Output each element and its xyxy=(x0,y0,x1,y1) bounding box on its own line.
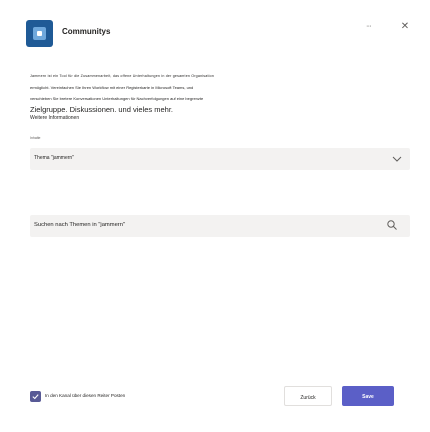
learn-more-link[interactable]: Weitere Informationen xyxy=(30,115,79,121)
post-to-channel-label: In den Kanal über diesen Reiter Posten xyxy=(45,393,126,398)
description-line-4: Zielgruppe. Diskussionen. und vieles meh… xyxy=(30,105,173,114)
topic-dropdown-value: Thema "jammern" xyxy=(34,155,74,161)
topic-field-label: Inhalte xyxy=(30,136,41,140)
back-button[interactable]: Zurück xyxy=(284,386,332,406)
search-icon[interactable] xyxy=(386,219,398,231)
post-to-channel-checkbox[interactable] xyxy=(30,391,41,402)
save-button[interactable]: Save xyxy=(342,386,394,406)
description-line-2: ermöglicht. Vereinfachen Sie Ihren Workf… xyxy=(30,85,194,90)
topic-search-input[interactable]: Suchen nach Themen in "jammern" xyxy=(30,215,410,237)
app-title: Communitys xyxy=(62,27,111,36)
chevron-down-icon xyxy=(392,156,402,162)
close-icon[interactable]: ✕ xyxy=(398,20,412,34)
search-input-value: Suchen nach Themen in "jammern" xyxy=(34,222,126,228)
description-line-3: verschieben Sie bretere Konversationen U… xyxy=(30,96,204,101)
dialog-header: Communitys ··· ✕ xyxy=(26,20,416,48)
app-description: Jammern ist ein Tool für die Zusammenarb… xyxy=(30,71,402,115)
app-logo-icon xyxy=(26,20,53,47)
description-line-1: Jammern ist ein Tool für die Zusammenarb… xyxy=(30,74,215,78)
topic-dropdown[interactable]: Thema "jammern" xyxy=(30,148,410,170)
more-options-button[interactable]: ··· xyxy=(362,20,376,34)
checkmark-icon xyxy=(32,394,39,400)
